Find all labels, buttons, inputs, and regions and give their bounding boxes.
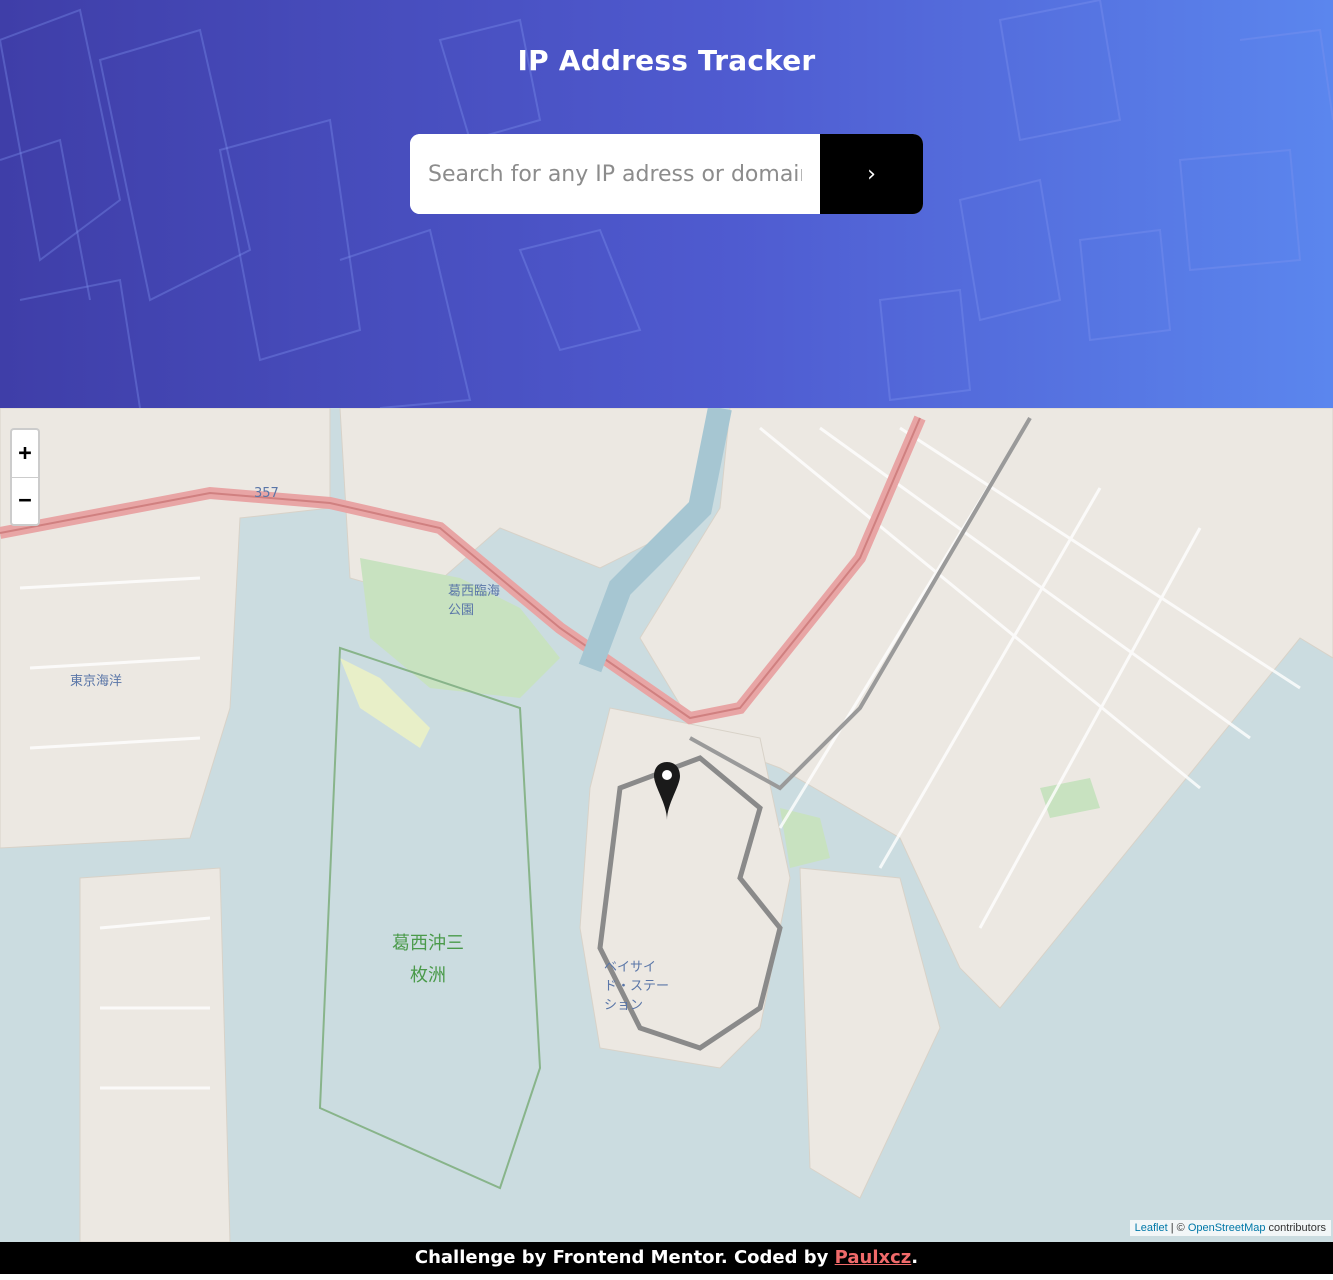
search-button[interactable]: › — [820, 134, 923, 214]
footer-text: Challenge by Frontend Mentor. Coded by — [414, 1247, 835, 1268]
footer-end: . — [911, 1247, 919, 1268]
zoom-control: + − — [10, 428, 40, 526]
footer-author-link[interactable]: Paulxcz — [835, 1247, 912, 1268]
search-form: › — [410, 134, 923, 214]
openstreetmap-link[interactable]: OpenStreetMap — [1188, 1222, 1266, 1234]
header: IP Address Tracker › — [0, 0, 1333, 408]
page-title: IP Address Tracker — [517, 44, 816, 77]
map-label-resort: ベイサイ ド・ステー ション — [604, 960, 670, 1013]
map-label-park: 葛西臨海 公園 — [448, 584, 501, 618]
map-tiles — [0, 408, 1333, 1242]
map-label-road: 357 — [254, 486, 279, 501]
map-attribution: Leaflet | © OpenStreetMap contributors — [1129, 1220, 1331, 1236]
map-label-station: 東京海洋 — [70, 674, 123, 689]
map-label-island: 葛西沖三 枚洲 — [392, 928, 464, 992]
map-pin-icon[interactable] — [652, 760, 682, 824]
zoom-in-button[interactable]: + — [12, 430, 38, 477]
leaflet-link[interactable]: Leaflet — [1135, 1222, 1168, 1234]
map-label-island-text: 葛西沖三 枚洲 — [392, 933, 464, 986]
chevron-right-icon: › — [867, 161, 876, 187]
zoom-out-button[interactable]: − — [12, 476, 38, 525]
attribution-suffix: contributors — [1265, 1222, 1326, 1234]
search-input[interactable] — [410, 134, 820, 214]
map[interactable]: 葛西沖三 枚洲 ベイサイ ド・ステー ション 葛西臨海 公園 東京海洋 357 … — [0, 408, 1333, 1242]
footer: Challenge by Frontend Mentor. Coded by P… — [0, 1242, 1333, 1274]
attribution-separator: | © — [1167, 1222, 1188, 1234]
